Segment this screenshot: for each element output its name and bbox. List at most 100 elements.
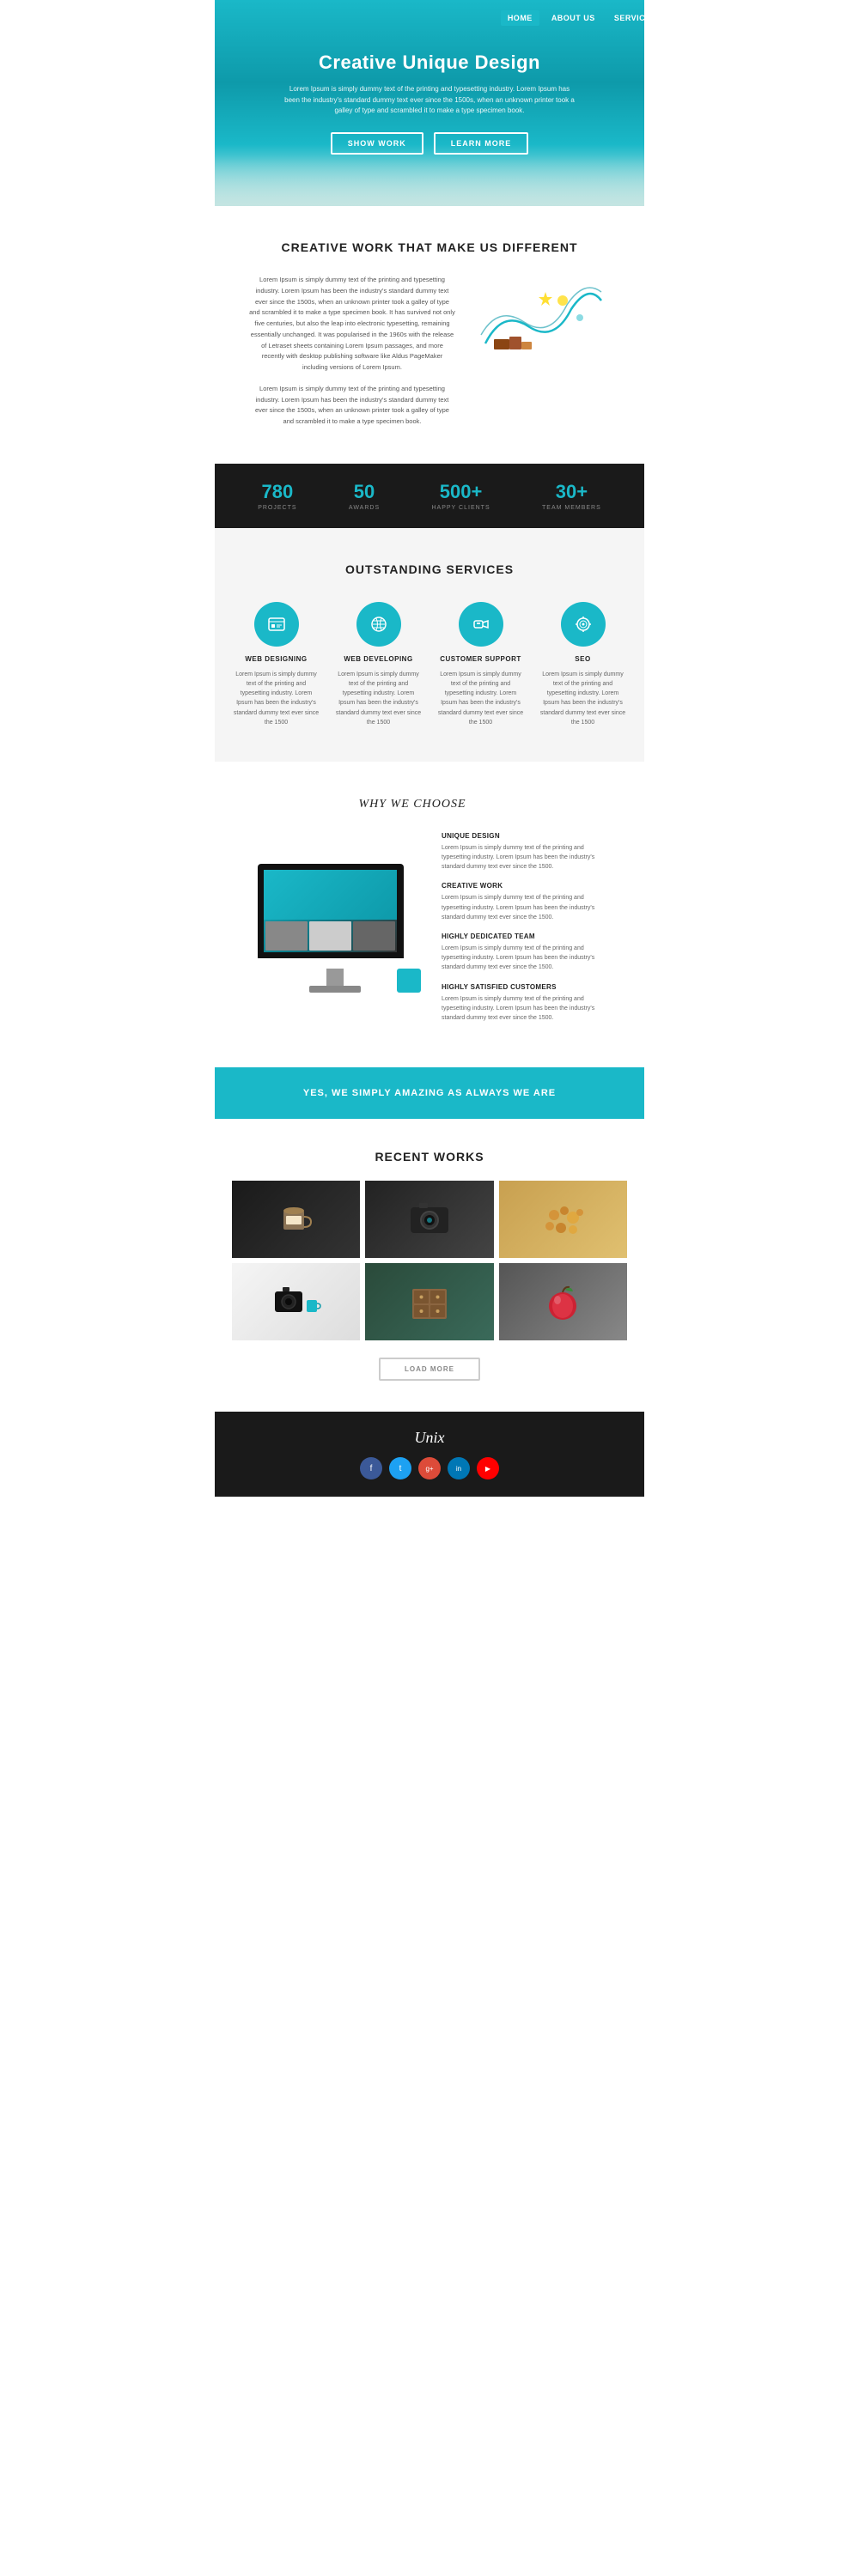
seo-icon	[561, 602, 606, 647]
web-dev-desc: Lorem Ipsum is simply dummy text of the …	[334, 670, 423, 727]
stat-team-label: TEAM MEMBERS	[542, 505, 601, 511]
hero-content: Creative Unique Design Lorem Ipsum is si…	[232, 52, 627, 155]
support-title: CUSTOMER SUPPORT	[436, 655, 525, 663]
banner-cta: YES, WE SIMPLY AMAZING AS ALWAYS WE ARE	[215, 1067, 644, 1119]
services-section: OUTSTANDING SERVICES WEB DESIGNING Lorem…	[215, 528, 644, 762]
why-section: WHY WE CHOOSE Unix	[215, 762, 644, 1067]
why-image	[249, 864, 421, 1001]
feature-unique-design-title: UNIQUE DESIGN	[442, 832, 610, 840]
social-twitter[interactable]: t	[389, 1457, 411, 1479]
creative-text-1: Lorem Ipsum is simply dummy text of the …	[249, 275, 455, 374]
nav-about[interactable]: ABOUT US	[545, 10, 602, 26]
creative-section: CREATIVE WORK THAT MAKE US DIFFERENT Lor…	[215, 206, 644, 464]
creative-text: Lorem Ipsum is simply dummy text of the …	[249, 275, 455, 438]
work-thumb-1-svg	[271, 1194, 322, 1245]
feature-unique-design-desc: Lorem Ipsum is simply dummy text of the …	[442, 843, 610, 872]
header: Unix HOME ABOUT US SERVICES PORTFOLIO CO…	[0, 0, 859, 35]
feature-dedicated-team: HIGHLY DEDICATED TEAM Lorem Ipsum is sim…	[442, 933, 610, 973]
work-thumb-2	[365, 1181, 493, 1258]
work-thumb-4	[232, 1263, 360, 1340]
work-thumb-3	[499, 1181, 627, 1258]
screen-thumb-3	[353, 921, 395, 951]
monitor-mug	[397, 969, 421, 993]
stat-awards: 50 AWARDS	[349, 481, 380, 511]
main-nav: HOME ABOUT US SERVICES PORTFOLIO CONTACT…	[501, 10, 833, 26]
nav-services[interactable]: SERVICES	[607, 10, 663, 26]
social-facebook[interactable]: f	[360, 1457, 382, 1479]
work-item-1[interactable]	[232, 1181, 360, 1258]
stat-clients-label: HAPPY CLIENTS	[432, 505, 490, 511]
monitor-illustration	[249, 864, 421, 1001]
work-item-3[interactable]	[499, 1181, 627, 1258]
stat-team: 30+ TEAM MEMBERS	[542, 481, 601, 511]
web-dev-icon	[356, 602, 401, 647]
load-more-wrapper: LOAD MORE	[232, 1358, 627, 1381]
footer-social: f t g+ in ▶	[232, 1457, 627, 1479]
feature-satisfied-customers: HIGHLY SATISFIED CUSTOMERS Lorem Ipsum i…	[442, 983, 610, 1024]
work-item-4[interactable]	[232, 1263, 360, 1340]
load-more-button[interactable]: LOAD MORE	[379, 1358, 480, 1381]
nav-portfolio[interactable]: PORTFOLIO	[668, 10, 731, 26]
stats-bar: 780 PROJECTS 50 AWARDS 500+ HAPPY CLIENT…	[215, 464, 644, 528]
illustration-svg	[477, 275, 606, 369]
works-heading: RECENT WORKS	[232, 1150, 627, 1163]
why-features: UNIQUE DESIGN Lorem Ipsum is simply dumm…	[442, 832, 610, 1033]
why-heading: WHY WE CHOOSE Unix	[249, 796, 610, 811]
feature-creative-work-title: CREATIVE WORK	[442, 882, 610, 890]
works-grid	[232, 1181, 627, 1340]
footer: Unix f t g+ in ▶	[215, 1412, 644, 1497]
services-grid: WEB DESIGNING Lorem Ipsum is simply dumm…	[232, 602, 627, 727]
work-thumb-5	[365, 1263, 493, 1340]
work-thumb-2-svg	[404, 1194, 455, 1245]
stat-awards-label: AWARDS	[349, 505, 380, 511]
service-seo: SEO Lorem Ipsum is simply dummy text of …	[539, 602, 627, 727]
web-design-desc: Lorem Ipsum is simply dummy text of the …	[232, 670, 320, 727]
creative-illustration	[472, 275, 610, 369]
hero-title: Creative Unique Design	[283, 52, 576, 74]
monitor-base	[309, 986, 361, 993]
service-web-design: WEB DESIGNING Lorem Ipsum is simply dumm…	[232, 602, 320, 727]
stat-projects: 780 PROJECTS	[258, 481, 296, 511]
work-thumb-6	[499, 1263, 627, 1340]
support-desc: Lorem Ipsum is simply dummy text of the …	[436, 670, 525, 727]
nav-contact[interactable]: CONTACT	[736, 10, 790, 26]
feature-creative-work: CREATIVE WORK Lorem Ipsum is simply dumm…	[442, 882, 610, 922]
stat-awards-number: 50	[349, 481, 380, 503]
social-youtube[interactable]: ▶	[477, 1457, 499, 1479]
monitor-screen-content	[264, 870, 397, 952]
stat-projects-label: PROJECTS	[258, 505, 296, 511]
creative-text-2: Lorem Ipsum is simply dummy text of the …	[249, 384, 455, 428]
stat-team-number: 30+	[542, 481, 601, 503]
work-item-6[interactable]	[499, 1263, 627, 1340]
work-thumb-6-svg	[537, 1276, 588, 1327]
work-thumb-4-svg	[271, 1276, 322, 1327]
web-design-icon	[254, 602, 299, 647]
work-thumb-5-svg	[404, 1276, 455, 1327]
screen-bottom	[264, 920, 397, 952]
stat-clients-number: 500+	[432, 481, 490, 503]
work-item-5[interactable]	[365, 1263, 493, 1340]
feature-creative-work-desc: Lorem Ipsum is simply dummy text of the …	[442, 893, 610, 922]
web-design-title: WEB DESIGNING	[232, 655, 320, 663]
illustration-graphic	[477, 275, 606, 369]
monitor-stand	[326, 969, 344, 986]
show-work-button[interactable]: SHOW WORK	[331, 132, 423, 155]
stat-clients: 500+ HAPPY CLIENTS	[432, 481, 490, 511]
work-item-2[interactable]	[365, 1181, 493, 1258]
why-brand: Unix	[470, 796, 500, 811]
social-googleplus[interactable]: g+	[418, 1457, 441, 1479]
nav-blog[interactable]: BLOG	[795, 10, 833, 26]
web-dev-title: WEB DEVELOPING	[334, 655, 423, 663]
learn-more-button[interactable]: LEARN MORE	[434, 132, 529, 155]
social-linkedin[interactable]: in	[448, 1457, 470, 1479]
feature-unique-design: UNIQUE DESIGN Lorem Ipsum is simply dumm…	[442, 832, 610, 872]
stat-projects-number: 780	[258, 481, 296, 503]
feature-satisfied-customers-desc: Lorem Ipsum is simply dummy text of the …	[442, 994, 610, 1024]
why-content: UNIQUE DESIGN Lorem Ipsum is simply dumm…	[249, 832, 610, 1033]
nav-home[interactable]: HOME	[501, 10, 539, 26]
feature-dedicated-team-desc: Lorem Ipsum is simply dummy text of the …	[442, 944, 610, 973]
screen-thumb-1	[265, 921, 308, 951]
seo-desc: Lorem Ipsum is simply dummy text of the …	[539, 670, 627, 727]
creative-content: Lorem Ipsum is simply dummy text of the …	[249, 275, 610, 438]
feature-satisfied-customers-title: HIGHLY SATISFIED CUSTOMERS	[442, 983, 610, 991]
